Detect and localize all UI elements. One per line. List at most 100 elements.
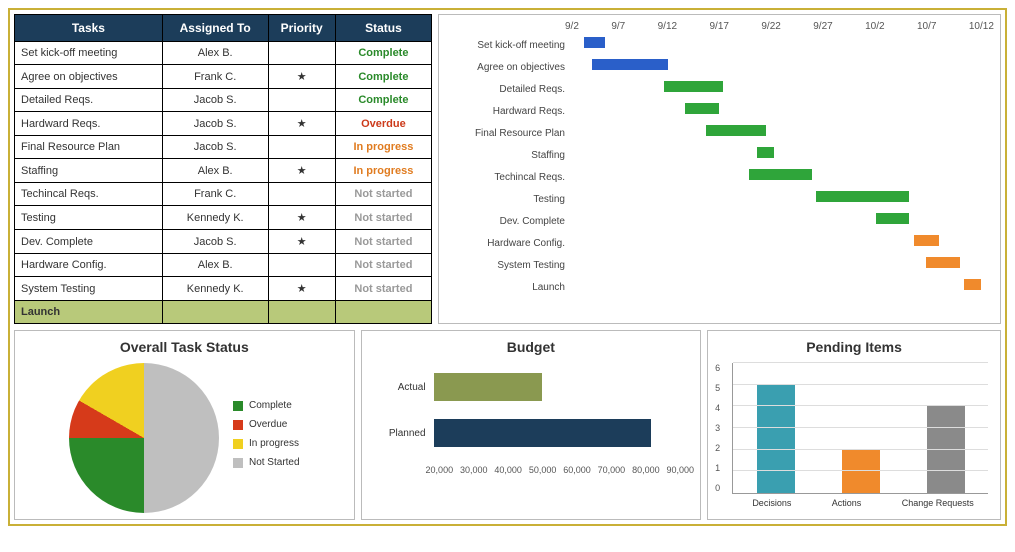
table-row[interactable]: Staffing Alex B. ★ In progress bbox=[15, 159, 432, 183]
gantt-label: Dev. Complete bbox=[445, 216, 571, 227]
cell-priority bbox=[268, 183, 335, 206]
gantt-label: Techincal Reqs. bbox=[445, 172, 571, 183]
table-row[interactable]: Techincal Reqs. Frank C. Not started bbox=[15, 183, 432, 206]
gantt-tick: 10/7 bbox=[917, 21, 936, 32]
grid-line bbox=[733, 384, 988, 385]
pie-title: Overall Task Status bbox=[21, 339, 348, 355]
cell-assigned: Frank C. bbox=[162, 183, 268, 206]
gantt-bar bbox=[706, 125, 765, 136]
legend-label: Complete bbox=[249, 400, 292, 411]
gantt-row: Dev. Complete bbox=[445, 210, 994, 232]
budget-tick: 70,000 bbox=[598, 465, 626, 475]
legend-item: Not Started bbox=[233, 457, 300, 468]
budget-tick: 30,000 bbox=[460, 465, 488, 475]
budget-row: Actual bbox=[376, 373, 687, 401]
cell-priority bbox=[268, 42, 335, 65]
dashboard: Tasks Assigned To Priority Status Set ki… bbox=[8, 8, 1007, 526]
pending-x-label: Actions bbox=[832, 498, 862, 508]
gantt-label: Hardward Reqs. bbox=[445, 106, 571, 117]
gantt-row: Testing bbox=[445, 188, 994, 210]
bottom-row: Overall Task Status Complete Overdue In pr… bbox=[14, 330, 1001, 520]
cell-priority: ★ bbox=[268, 65, 335, 89]
cell-assigned: Kennedy K. bbox=[162, 206, 268, 230]
gantt-tick: 9/17 bbox=[710, 21, 729, 32]
table-row[interactable]: Hardware Config. Alex B. Not started bbox=[15, 254, 432, 277]
table-row[interactable]: System Testing Kennedy K. ★ Not started bbox=[15, 277, 432, 301]
col-priority: Priority bbox=[268, 15, 335, 42]
cell-assigned: Jacob S. bbox=[162, 89, 268, 112]
top-row: Tasks Assigned To Priority Status Set ki… bbox=[14, 14, 1001, 324]
cell-status: Complete bbox=[335, 89, 431, 112]
cell-status: Not started bbox=[335, 230, 431, 254]
launch-label: Launch bbox=[15, 301, 163, 324]
cell-assigned: Alex B. bbox=[162, 159, 268, 183]
table-row[interactable]: Agree on objectives Frank C. ★ Complete bbox=[15, 65, 432, 89]
budget-bar bbox=[434, 373, 543, 401]
gantt-bar bbox=[685, 103, 719, 114]
pending-x-label: Change Requests bbox=[902, 498, 974, 508]
gantt-label: Staffing bbox=[445, 150, 571, 161]
pending-y-tick: 2 bbox=[715, 443, 720, 453]
gantt-tick: 9/7 bbox=[611, 21, 625, 32]
cell-assigned: Jacob S. bbox=[162, 112, 268, 136]
budget-tick: 40,000 bbox=[494, 465, 522, 475]
cell-task: Hardware Config. bbox=[15, 254, 163, 277]
cell-priority: ★ bbox=[268, 230, 335, 254]
pending-bar bbox=[757, 385, 795, 493]
cell-assigned: Jacob S. bbox=[162, 136, 268, 159]
gantt-label: Agree on objectives bbox=[445, 62, 571, 73]
table-row[interactable]: Set kick-off meeting Alex B. Complete bbox=[15, 42, 432, 65]
pending-x-labels: Decisions Actions Change Requests bbox=[732, 498, 994, 508]
grid-line bbox=[733, 427, 988, 428]
gantt-label: Testing bbox=[445, 194, 571, 205]
cell-task: Dev. Complete bbox=[15, 230, 163, 254]
cell-status: Overdue bbox=[335, 112, 431, 136]
gantt-row: Set kick-off meeting bbox=[445, 34, 994, 56]
gantt-chart: 9/29/79/129/179/229/2710/210/710/12 Set … bbox=[438, 14, 1001, 324]
cell-status: Not started bbox=[335, 277, 431, 301]
cell-task: Agree on objectives bbox=[15, 65, 163, 89]
cell-assigned: Frank C. bbox=[162, 65, 268, 89]
legend-swatch bbox=[233, 458, 243, 468]
legend-label: In progress bbox=[249, 438, 299, 449]
cell-status: In progress bbox=[335, 136, 431, 159]
pending-x-label: Decisions bbox=[752, 498, 791, 508]
cell-task: Final Resource Plan bbox=[15, 136, 163, 159]
legend-swatch bbox=[233, 420, 243, 430]
grid-line bbox=[733, 405, 988, 406]
cell-task: Testing bbox=[15, 206, 163, 230]
gantt-bar bbox=[964, 279, 981, 290]
budget-tick: 20,000 bbox=[426, 465, 454, 475]
legend-item: Overdue bbox=[233, 419, 300, 430]
cell-task: Set kick-off meeting bbox=[15, 42, 163, 65]
gantt-x-axis: 9/29/79/129/179/229/2710/210/710/12 bbox=[565, 21, 994, 32]
table-row[interactable]: Dev. Complete Jacob S. ★ Not started bbox=[15, 230, 432, 254]
budget-tick: 80,000 bbox=[632, 465, 660, 475]
gantt-bar bbox=[757, 147, 774, 158]
gantt-bar bbox=[876, 213, 910, 224]
grid-line bbox=[733, 449, 988, 450]
table-row[interactable]: Hardward Reqs. Jacob S. ★ Overdue bbox=[15, 112, 432, 136]
cell-priority: ★ bbox=[268, 277, 335, 301]
pending-y-tick: 5 bbox=[715, 383, 720, 393]
legend-swatch bbox=[233, 439, 243, 449]
table-row[interactable]: Detailed Reqs. Jacob S. Complete bbox=[15, 89, 432, 112]
col-tasks: Tasks bbox=[15, 15, 163, 42]
gantt-label: Set kick-off meeting bbox=[445, 40, 571, 51]
pending-y-tick: 1 bbox=[715, 463, 720, 473]
gantt-tick: 10/12 bbox=[969, 21, 994, 32]
cell-status: In progress bbox=[335, 159, 431, 183]
gantt-tick: 9/22 bbox=[761, 21, 780, 32]
launch-row[interactable]: Launch bbox=[15, 301, 432, 324]
budget-label: Actual bbox=[376, 382, 434, 393]
col-assigned: Assigned To bbox=[162, 15, 268, 42]
gantt-bar bbox=[914, 235, 939, 246]
pie-card: Overall Task Status Complete Overdue In pr… bbox=[14, 330, 355, 520]
budget-chart: Actual Planned bbox=[368, 373, 695, 447]
cell-assigned: Alex B. bbox=[162, 254, 268, 277]
table-row[interactable]: Testing Kennedy K. ★ Not started bbox=[15, 206, 432, 230]
cell-status: Not started bbox=[335, 183, 431, 206]
pending-y-tick: 6 bbox=[715, 363, 720, 373]
pending-card: Pending Items 0123456 DecisionsActionsCh… bbox=[707, 330, 1001, 520]
table-row[interactable]: Final Resource Plan Jacob S. In progress bbox=[15, 136, 432, 159]
